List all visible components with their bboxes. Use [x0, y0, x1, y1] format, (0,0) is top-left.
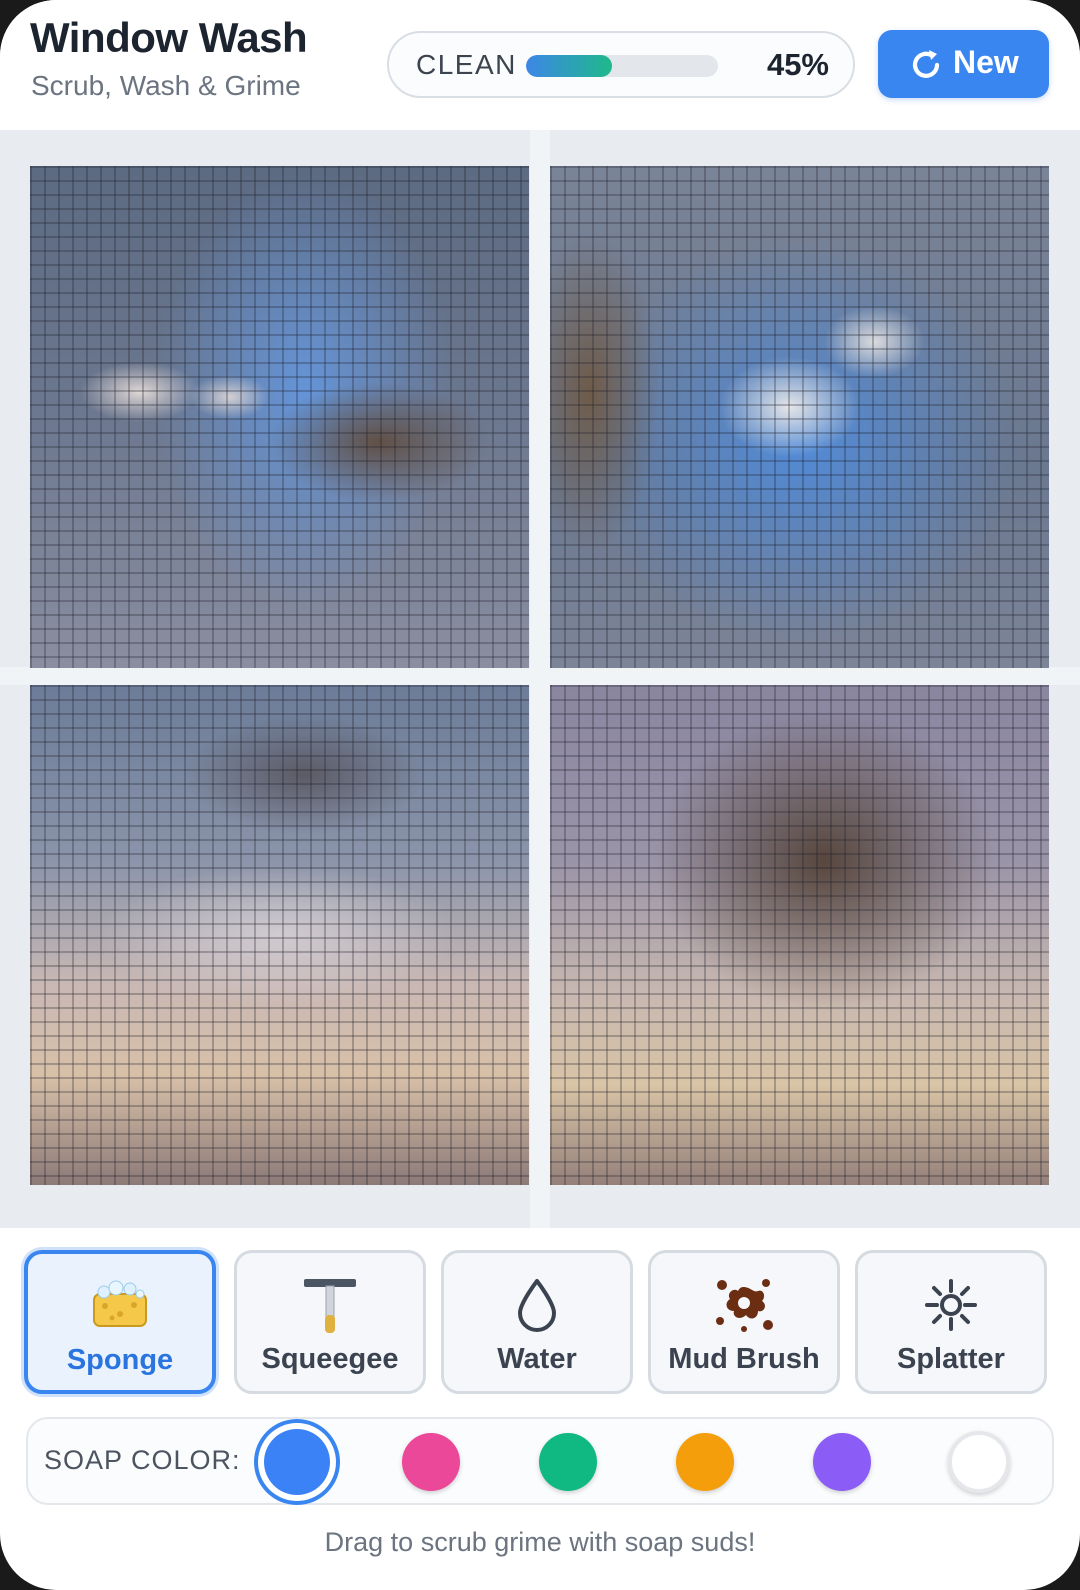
new-game-label: New — [953, 44, 1019, 80]
tool-water[interactable]: Water — [441, 1250, 633, 1394]
soap-color-picker: SOAP COLOR: — [26, 1417, 1054, 1505]
soap-swatch-white[interactable] — [948, 1431, 1010, 1493]
window-canvas[interactable] — [0, 130, 1080, 1228]
clean-meter-label: CLEAN — [416, 49, 517, 80]
app-subtitle: Scrub, Wash & Grime — [31, 70, 301, 101]
tool-label: Water — [497, 1343, 577, 1375]
clean-percent: 45% — [766, 47, 829, 82]
window-pane-bottom-right[interactable] — [550, 685, 1049, 1185]
window-pane-bottom-left[interactable] — [30, 685, 529, 1185]
tool-label: Sponge — [66, 1344, 174, 1376]
soap-swatch-orange[interactable] — [676, 1433, 734, 1491]
tool-splatter[interactable]: Splatter — [855, 1250, 1047, 1394]
tool-label: Mud Brush — [668, 1343, 820, 1375]
water-drop-icon — [518, 1279, 556, 1332]
tool-label: Squeegee — [261, 1343, 399, 1375]
sponge-icon — [93, 1280, 147, 1327]
instruction-hint: Drag to scrub grime with soap suds! — [324, 1527, 756, 1557]
window-mullion-horizontal — [0, 667, 1080, 685]
soap-swatch-purple[interactable] — [813, 1433, 871, 1491]
tool-mud-brush[interactable]: Mud Brush — [648, 1250, 840, 1394]
clean-meter: CLEAN 45% — [387, 31, 855, 98]
squeegee-icon — [304, 1279, 356, 1333]
soap-swatch-blue[interactable] — [264, 1429, 330, 1495]
clean-progress-fill — [526, 55, 613, 77]
soap-color-label: SOAP COLOR: — [44, 1445, 241, 1475]
soap-swatch-green[interactable] — [539, 1433, 597, 1491]
app-title: Window Wash — [30, 14, 308, 61]
refresh-icon — [912, 50, 940, 78]
header: Window Wash Scrub, Wash & Grime CLEAN 45… — [0, 0, 1080, 130]
window-pane-top-left[interactable] — [30, 166, 529, 668]
window-pane-top-right[interactable] — [550, 166, 1049, 668]
tool-sponge[interactable]: Sponge — [24, 1250, 216, 1394]
soap-swatch-pink[interactable] — [402, 1433, 460, 1491]
clean-progress-track — [526, 55, 718, 77]
splatter-icon — [925, 1279, 977, 1331]
new-game-button[interactable]: New — [878, 30, 1049, 98]
app-window: Window Wash Scrub, Wash & Grime CLEAN 45… — [0, 0, 1080, 1590]
tool-bar: Sponge Squeegee Water Mud Brush Splatter — [24, 1250, 1056, 1396]
tool-squeegee[interactable]: Squeegee — [234, 1250, 426, 1394]
tool-label: Splatter — [897, 1343, 1005, 1375]
mud-splat-icon — [716, 1279, 773, 1332]
